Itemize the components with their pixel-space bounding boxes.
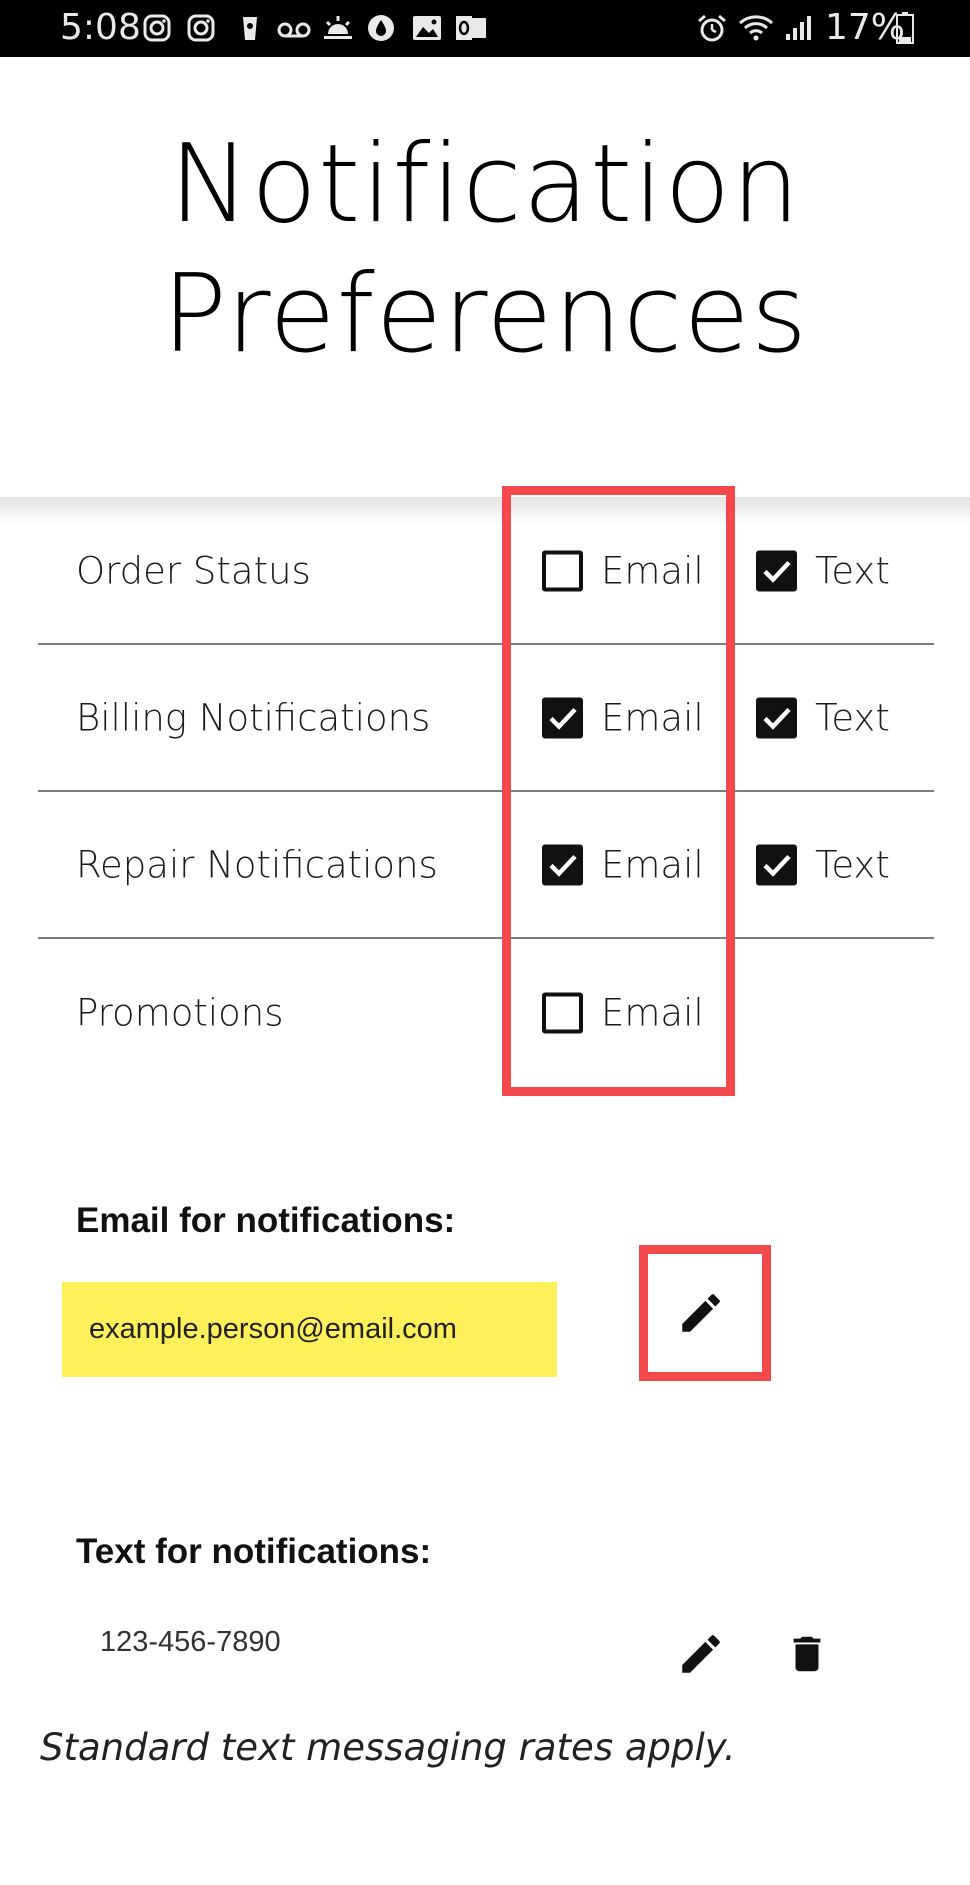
page-title: Notification Preferences (0, 120, 970, 380)
instagram-icon (143, 14, 171, 42)
pencil-icon (682, 1294, 720, 1332)
page-title-line1: Notification (169, 122, 801, 247)
delete-phone-button[interactable] (777, 1624, 837, 1684)
email-section-label: Email for notifications: (76, 1201, 456, 1240)
email-column-highlight (502, 486, 735, 1096)
pref-label: Promotions (76, 991, 284, 1035)
pref-label: Repair Notifications (76, 843, 438, 887)
trash-icon (793, 1636, 821, 1672)
phone-number: 123-456-7890 (100, 1626, 281, 1658)
email-field[interactable] (62, 1282, 557, 1377)
checkmark-icon (763, 560, 791, 583)
voicemail-icon (276, 14, 312, 42)
wifi-icon (738, 14, 774, 42)
edit-email-button[interactable] (671, 1283, 731, 1343)
text-label: Text (815, 843, 890, 887)
text-section-label: Text for notifications: (76, 1532, 432, 1571)
battery-percent: 17% (825, 7, 906, 48)
pref-row-repair: Repair Notifications Email Text (38, 793, 934, 939)
checkbox-checked[interactable] (756, 697, 797, 739)
instagram-icon (187, 14, 215, 42)
outlook-icon (455, 14, 487, 42)
page-title-line2: Preferences (161, 252, 809, 377)
battery-icon (896, 12, 914, 44)
signal-icon (784, 14, 814, 42)
cup-icon (236, 14, 264, 42)
checkbox-checked[interactable] (756, 844, 797, 886)
checkmark-icon (763, 707, 791, 730)
billing-text-checkbox[interactable]: Text (756, 697, 890, 740)
text-label: Text (815, 549, 890, 593)
drop-icon (367, 14, 395, 42)
rates-footnote: Standard text messaging rates apply. (40, 1726, 736, 1769)
status-time: 5:08 (60, 7, 141, 48)
checkbox-checked[interactable] (756, 550, 797, 592)
text-label: Text (815, 696, 890, 740)
pref-row-promotions: Promotions Email (38, 940, 934, 1086)
pref-row-billing: Billing Notifications Email Text (38, 646, 934, 792)
image-icon (412, 14, 442, 42)
alarm-icon (697, 14, 727, 42)
checkmark-icon (763, 854, 791, 877)
pref-label: Order Status (76, 549, 311, 593)
edit-phone-button[interactable] (671, 1624, 731, 1684)
sunrise-icon (322, 14, 354, 42)
pref-row-order-status: Order Status Email Text (38, 499, 934, 645)
pencil-icon (682, 1635, 720, 1673)
order-status-text-checkbox[interactable]: Text (756, 550, 890, 593)
status-bar: 5:08 17% (0, 0, 970, 57)
repair-text-checkbox[interactable]: Text (756, 844, 890, 887)
pref-label: Billing Notifications (76, 696, 431, 740)
